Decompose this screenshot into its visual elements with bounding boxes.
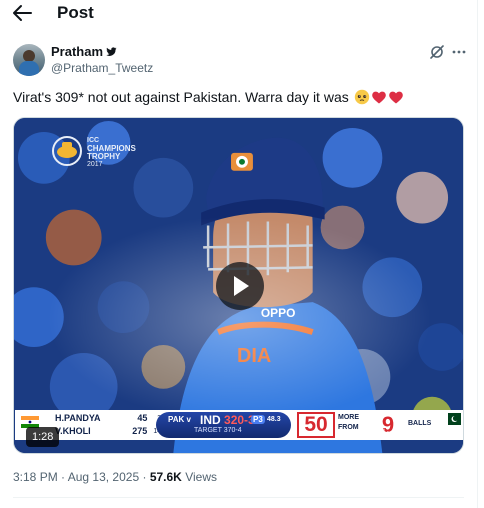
play-button[interactable] [216, 262, 264, 310]
post-metadata: 3:18 PM · Aug 13, 2025 · 57.6K Views [13, 470, 217, 484]
play-icon [234, 276, 249, 296]
video-player[interactable]: OPPO DIA ICC CHAMPIONS TROPHY 2017 H.PAN… [13, 117, 464, 454]
pleading-face-emoji-icon [354, 89, 369, 105]
column-divider [477, 0, 478, 508]
author-display-name[interactable]: Pratham [51, 44, 103, 60]
more-options-icon[interactable] [452, 45, 466, 59]
champions-trophy-logo-icon [52, 136, 82, 166]
post-date[interactable]: Aug 13, 2025 [68, 470, 139, 484]
pakistan-flag-icon [443, 413, 461, 425]
back-arrow-icon[interactable] [11, 4, 33, 22]
tweet-text: Virat's 309* not out against Pakistan. W… [13, 88, 404, 106]
tournament-logo-text: ICC CHAMPIONS TROPHY 2017 [87, 137, 136, 168]
post-header: Post [0, 0, 484, 30]
red-heart-emoji-icon [388, 91, 403, 104]
divider [13, 497, 464, 498]
batters-panel: H.PANDYA4533 V.KHOLI275145 [55, 413, 165, 436]
views-count[interactable]: 57.6K [150, 470, 182, 484]
match-score: PAK v IND 320-3 P3 48.3 TARGET 370-4 [156, 412, 291, 438]
tweet-text-body: Virat's 309* not out against Pakistan. W… [13, 89, 349, 105]
views-label: Views [185, 470, 217, 484]
page-title: Post [57, 3, 94, 22]
runs-needed: 50 [297, 412, 335, 438]
author-name-row[interactable]: Pratham [51, 44, 117, 60]
author-handle[interactable]: @Pratham_Tweetz [51, 61, 153, 75]
more-from-label: MORE FROM [338, 414, 359, 431]
grok-icon[interactable] [429, 44, 445, 60]
video-duration-badge: 1:28 [26, 427, 60, 447]
inshot-watermark: InShot [382, 426, 426, 441]
red-heart-emoji-icon [371, 91, 386, 104]
bird-icon [106, 47, 117, 56]
post-time[interactable]: 3:18 PM [13, 470, 58, 484]
avatar[interactable] [13, 44, 45, 76]
